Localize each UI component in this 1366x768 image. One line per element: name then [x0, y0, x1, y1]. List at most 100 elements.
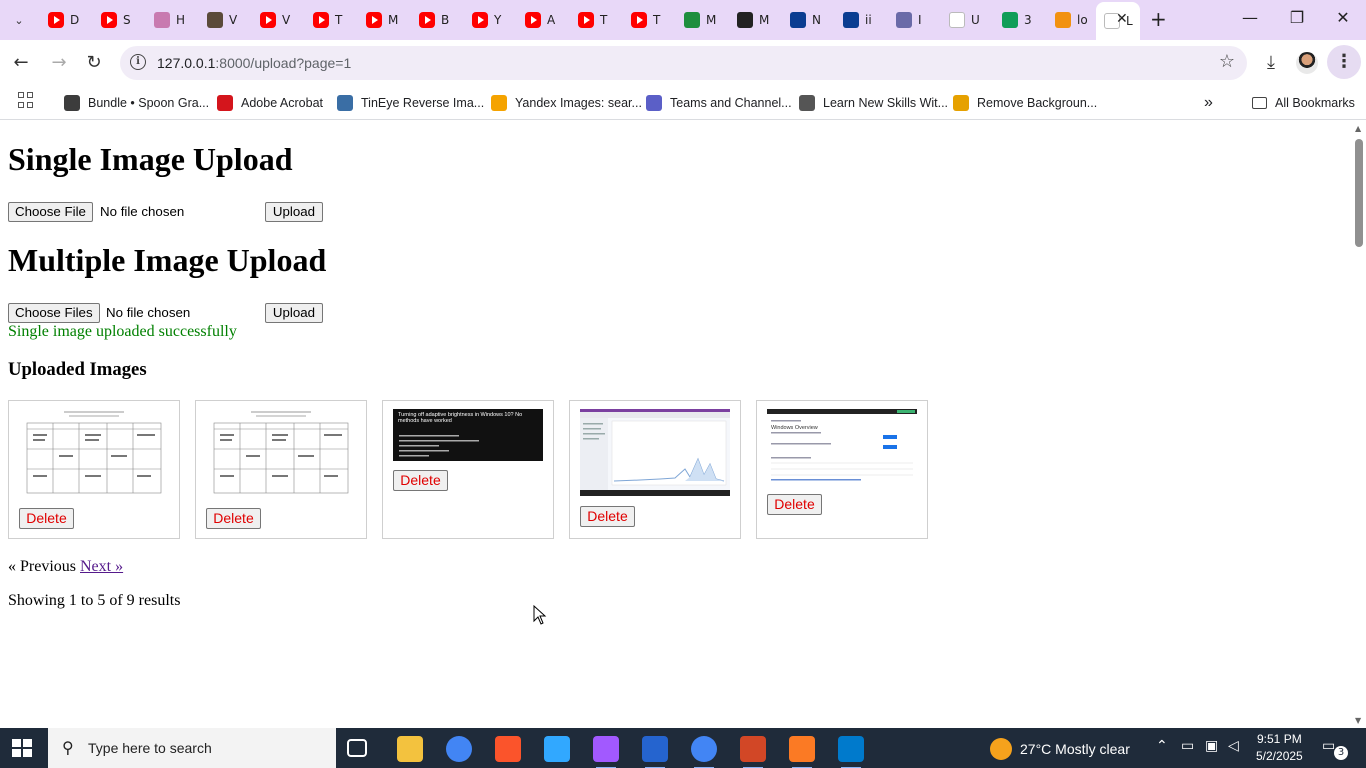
photoshop-icon[interactable] [544, 736, 570, 762]
browser-tab[interactable]: T [623, 6, 675, 34]
image-card: Delete [8, 400, 180, 539]
forward-button[interactable]: → [45, 50, 73, 76]
tab-search-button[interactable]: ⌄ [6, 8, 32, 32]
windows-start-icon[interactable] [12, 739, 32, 757]
network-icon[interactable]: ▣ [1205, 738, 1218, 754]
minimize-icon[interactable]: — [1235, 8, 1265, 27]
bookmark-item[interactable]: Bundle • Spoon Gra... [64, 92, 209, 114]
browser-tab[interactable]: N [782, 6, 834, 34]
delete-button[interactable]: Delete [767, 494, 822, 515]
bookmark-item[interactable]: TinEye Reverse Ima... [337, 92, 484, 114]
reload-button[interactable]: ↻ [80, 50, 108, 76]
tab-title: H [176, 13, 186, 27]
mouse-cursor-icon [533, 605, 547, 625]
tray-app-icon[interactable]: ▭ [1181, 738, 1194, 754]
address-bar[interactable]: i 127.0.0.1:8000/upload?page=1 ☆ [120, 46, 1247, 80]
browser-tab[interactable]: lo [1047, 6, 1099, 34]
bookmark-favicon-icon [799, 95, 815, 111]
delete-button[interactable]: Delete [393, 470, 448, 491]
scroll-thumb[interactable] [1355, 139, 1363, 247]
openai-icon [737, 12, 753, 28]
tray-chevron-icon[interactable]: ⌃ [1156, 738, 1168, 754]
tab-title: lo [1077, 13, 1088, 27]
delete-button[interactable]: Delete [206, 508, 261, 529]
browser-tab[interactable]: M [676, 6, 728, 34]
bookmark-item[interactable]: Teams and Channel... [646, 92, 792, 114]
volume-icon[interactable]: ◁ [1228, 738, 1239, 754]
tab-title: M [706, 13, 717, 27]
powerpoint-icon[interactable] [740, 736, 766, 768]
back-button[interactable]: ← [7, 50, 35, 76]
close-tab-icon[interactable]: ✕ [1116, 11, 1128, 27]
browser-tab[interactable]: U [941, 6, 993, 34]
browser-tab[interactable]: M [729, 6, 781, 34]
download-icon[interactable]: ⤓ [1258, 50, 1284, 76]
chrome-profile-icon[interactable] [691, 736, 717, 768]
browser-tab[interactable]: I [888, 6, 940, 34]
browser-tab[interactable]: H [146, 6, 198, 34]
browser-tab[interactable]: B [411, 6, 463, 34]
window-close-icon[interactable]: ✕ [1328, 8, 1358, 27]
chrome-icon[interactable] [446, 736, 472, 762]
url-text[interactable]: 127.0.0.1:8000/upload?page=1 [157, 55, 351, 71]
uploaded-image-thumbnail[interactable] [19, 409, 169, 499]
task-view-icon[interactable] [347, 739, 367, 757]
notification-center-icon[interactable]: ▭ 3 [1322, 738, 1348, 760]
bookmark-item[interactable]: Adobe Acrobat [217, 92, 323, 114]
browser-tab[interactable]: S [93, 6, 145, 34]
avatar[interactable] [1296, 52, 1318, 74]
globe-icon [896, 12, 912, 28]
browser-tab[interactable]: T [305, 6, 357, 34]
browser-tab[interactable]: T [570, 6, 622, 34]
browser-menu-icon[interactable]: ⋮ [1327, 45, 1361, 79]
site-info-icon[interactable]: i [130, 54, 146, 70]
apps-grid-icon[interactable] [18, 92, 34, 108]
uploaded-image-thumbnail[interactable] [206, 409, 356, 499]
taskbar-clock[interactable]: 9:51 PM 5/2/2025 [1256, 731, 1303, 765]
browser-tab[interactable]: 3 [994, 6, 1046, 34]
figma-icon[interactable] [593, 736, 619, 768]
next-link[interactable]: Next » [80, 558, 123, 575]
browser-tab[interactable]: V [199, 6, 251, 34]
results-summary: Showing 1 to 5 of 9 results [8, 592, 181, 609]
uploaded-image-thumbnail[interactable]: Turning off adaptive brightness in Windo… [393, 409, 543, 461]
uploaded-image-thumbnail[interactable]: Windows Overview [767, 409, 917, 485]
youtube-icon [631, 12, 647, 28]
bookmarks-overflow-icon[interactable]: » [1204, 92, 1213, 114]
bookmark-star-icon[interactable]: ☆ [1219, 51, 1235, 72]
browser-tab[interactable]: D [40, 6, 92, 34]
brave-icon[interactable] [495, 736, 521, 762]
pma-icon [1055, 12, 1071, 28]
new-tab-button[interactable]: + [1150, 7, 1167, 31]
page-scrollbar[interactable]: ▲ ▼ [1352, 121, 1366, 727]
delete-button[interactable]: Delete [580, 506, 635, 527]
image-card: Turning off adaptive brightness in Windo… [382, 400, 554, 539]
browser-tab[interactable]: V [252, 6, 304, 34]
scroll-down-icon[interactable]: ▼ [1355, 716, 1361, 725]
multiple-choose-files-button[interactable]: Choose Files [8, 303, 100, 323]
single-upload-button[interactable]: Upload [265, 202, 323, 222]
file-explorer-icon[interactable] [397, 736, 423, 762]
taskbar-search[interactable]: ⚲ Type here to search [48, 728, 336, 768]
uploaded-image-thumbnail[interactable] [580, 409, 730, 496]
weather-widget[interactable]: 27°C Mostly clear [990, 738, 1130, 760]
bookmark-item[interactable]: Remove Backgroun... [953, 92, 1097, 114]
browser-tab[interactable]: A [517, 6, 569, 34]
browser-tab[interactable]: ii [835, 6, 887, 34]
weather-sun-icon [990, 738, 1012, 760]
all-bookmarks-folder[interactable]: All Bookmarks [1252, 92, 1355, 114]
vscode-icon[interactable] [838, 736, 864, 768]
xampp-icon[interactable] [789, 736, 815, 768]
todo-icon[interactable] [642, 736, 668, 768]
bookmark-item[interactable]: Learn New Skills Wit... [799, 92, 948, 114]
single-choose-file-button[interactable]: Choose File [8, 202, 93, 222]
browser-tab[interactable]: M [358, 6, 410, 34]
browser-tab[interactable]: Y [464, 6, 516, 34]
nasa-icon [843, 12, 859, 28]
bookmark-item[interactable]: Yandex Images: sear... [491, 92, 642, 114]
tab-title: ii [865, 13, 872, 27]
restore-icon[interactable]: ❐ [1282, 8, 1312, 27]
scroll-up-icon[interactable]: ▲ [1355, 124, 1361, 133]
multiple-upload-button[interactable]: Upload [265, 303, 323, 323]
delete-button[interactable]: Delete [19, 508, 74, 529]
